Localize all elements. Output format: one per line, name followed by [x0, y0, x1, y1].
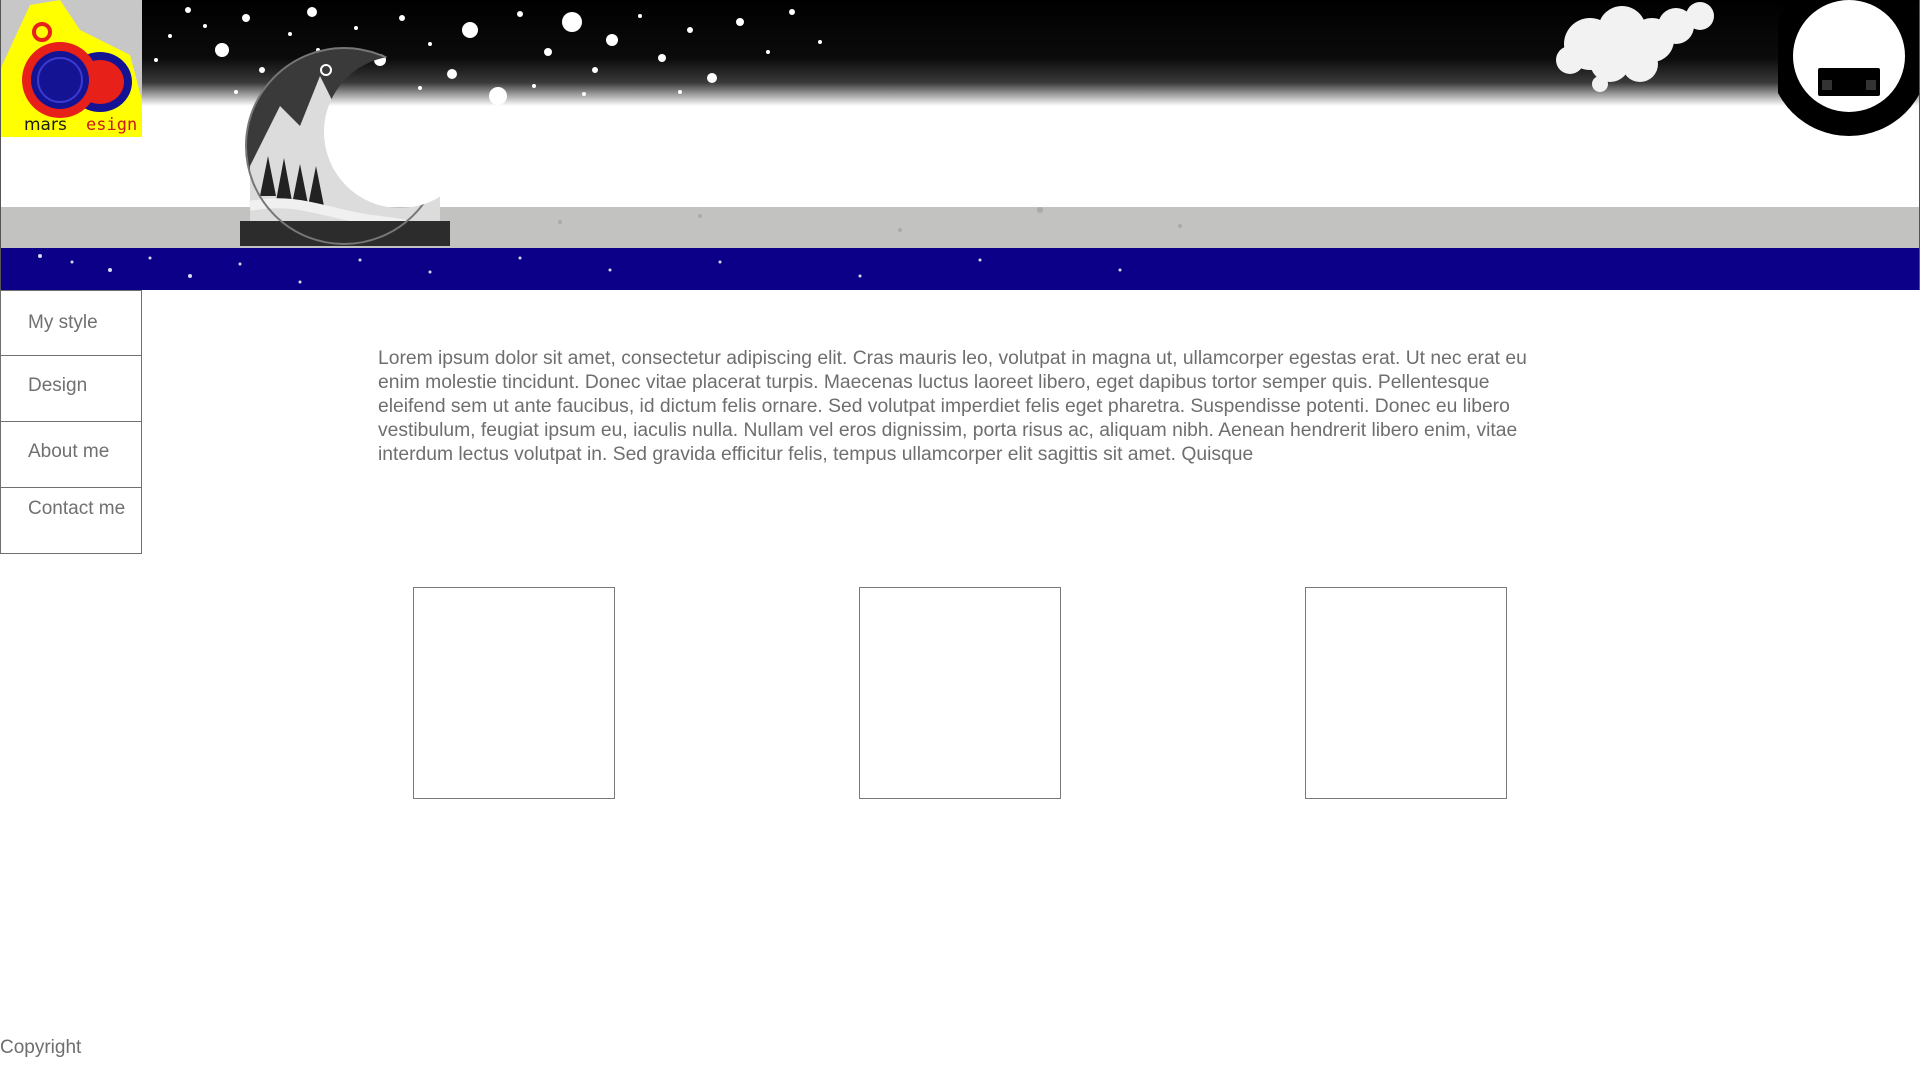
- gallery-tile-1[interactable]: [413, 587, 615, 799]
- footer-copyright: Copyright: [0, 1037, 82, 1058]
- brand-logo-text-left: mars: [24, 115, 67, 135]
- brand-logo-text-right: esign: [86, 115, 138, 135]
- gallery-tile-3[interactable]: [1305, 587, 1507, 799]
- nav-item-design[interactable]: Design: [0, 356, 142, 422]
- nav-item-contact-me[interactable]: Contact me: [0, 488, 142, 554]
- nav-item-about-me[interactable]: About me: [0, 422, 142, 488]
- gallery-tile-2[interactable]: [859, 587, 1061, 799]
- smiley-face-icon: [1778, 0, 1920, 136]
- nav-item-my-style[interactable]: My style: [0, 290, 142, 356]
- intro-paragraph: Lorem ipsum dolor sit amet, consectetur …: [378, 348, 1527, 465]
- brand-logo[interactable]: mars esign: [0, 0, 142, 137]
- sidebar-nav: My style Design About me Contact me: [0, 290, 142, 554]
- site-header: mars esign: [0, 0, 1920, 290]
- moon-landscape-emblem: [240, 47, 450, 246]
